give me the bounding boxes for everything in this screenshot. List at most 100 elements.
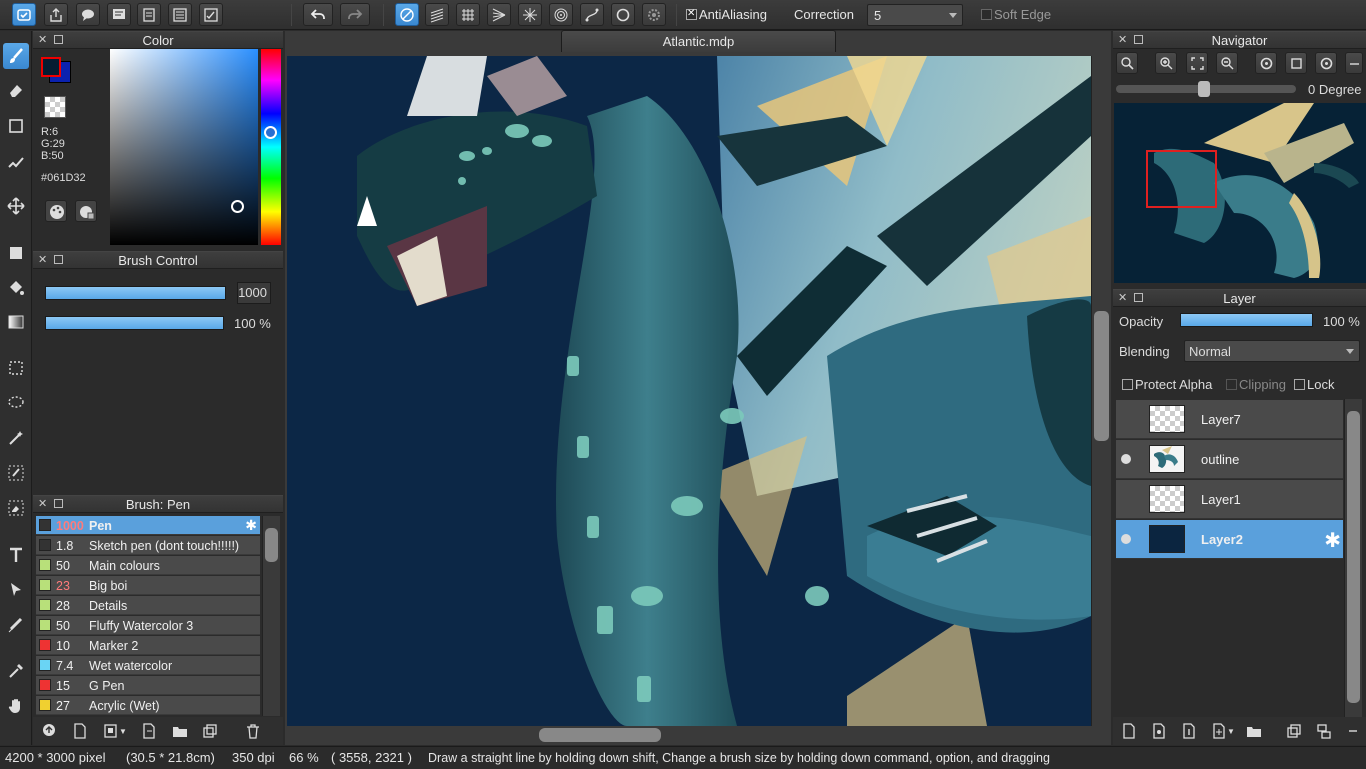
brush-opacity-slider[interactable] — [45, 316, 224, 330]
close-icon[interactable]: ✕ — [38, 496, 47, 513]
circle-snap-icon[interactable] — [611, 3, 635, 26]
reset-view-icon[interactable] — [1285, 52, 1307, 74]
fit-window-icon[interactable] — [1186, 52, 1208, 74]
layer-list-scrollbar[interactable] — [1344, 399, 1362, 717]
navigator-preview[interactable] — [1114, 103, 1366, 283]
layer-folder-icon[interactable] — [1244, 721, 1264, 741]
close-icon[interactable]: ✕ — [38, 32, 47, 49]
layer-add-menu-icon[interactable]: ▼ — [1209, 721, 1237, 741]
grid-snap-icon[interactable] — [456, 3, 480, 26]
folder-icon[interactable] — [170, 721, 190, 741]
flip-icon[interactable] — [1345, 52, 1363, 74]
comment-icon[interactable] — [107, 3, 131, 26]
rotate-right-icon[interactable] — [1315, 52, 1337, 74]
radial-snap-icon[interactable] — [518, 3, 542, 26]
rotation-slider-thumb[interactable] — [1198, 81, 1210, 97]
hue-cursor[interactable] — [264, 126, 277, 139]
brush-list-item[interactable]: 27 Acrylic (Wet) — [36, 696, 260, 715]
trash-icon[interactable] — [243, 721, 263, 741]
popout-icon[interactable] — [1134, 35, 1143, 44]
checkmark-icon[interactable] — [12, 3, 36, 26]
move-tool-icon[interactable] — [3, 193, 29, 219]
lasso-tool-icon[interactable] — [3, 390, 29, 416]
visibility-icon[interactable] — [1121, 454, 1131, 464]
new-1bit-layer-icon[interactable] — [1179, 721, 1199, 741]
primary-color-swatch[interactable] — [41, 57, 61, 77]
fill-rect-tool-icon[interactable] — [3, 240, 29, 266]
brush-export-icon[interactable] — [139, 721, 159, 741]
layer-row[interactable]: Layer1 — [1116, 480, 1343, 519]
perspective-snap-icon[interactable] — [487, 3, 511, 26]
protect-alpha-checkbox[interactable] — [1122, 379, 1133, 390]
text-tool-icon[interactable] — [3, 542, 29, 568]
brush-tool-icon[interactable] — [3, 43, 29, 69]
canvas-h-scroll-thumb[interactable] — [539, 728, 661, 742]
redo-icon[interactable] — [340, 3, 370, 26]
zoom-out-icon[interactable] — [1216, 52, 1238, 74]
document-icon[interactable] — [137, 3, 161, 26]
hand-tool-icon[interactable] — [3, 693, 29, 719]
select-pen-tool-icon[interactable] — [3, 460, 29, 486]
hue-slider[interactable] — [261, 49, 281, 245]
list-icon[interactable] — [168, 3, 192, 26]
saturation-value-picker[interactable] — [110, 49, 258, 245]
concentric-snap-icon[interactable] — [549, 3, 573, 26]
layer-merge-icon[interactable] — [1314, 721, 1334, 741]
bucket-tool-icon[interactable] — [3, 275, 29, 301]
navigator-viewport-rect[interactable] — [1146, 150, 1217, 208]
brush-list-item[interactable]: 1000 Pen ✱ — [36, 516, 260, 535]
close-icon[interactable]: ✕ — [1118, 32, 1127, 49]
antialiasing-checkbox[interactable] — [686, 8, 697, 20]
gear-icon[interactable]: ✱ — [1324, 528, 1341, 553]
brush-list-scroll-thumb[interactable] — [265, 528, 278, 562]
popout-icon[interactable] — [1134, 293, 1143, 302]
select-rect-tool-icon[interactable] — [3, 355, 29, 381]
brush-list-item[interactable]: 23 Big boi — [36, 576, 260, 595]
brush-list-item[interactable]: 50 Fluffy Watercolor 3 — [36, 616, 260, 635]
layer-row[interactable]: Layer7 — [1116, 400, 1343, 439]
layer-row[interactable]: Layer2 ✱ — [1116, 520, 1343, 559]
canvas-horizontal-scrollbar[interactable] — [287, 726, 1091, 744]
popout-icon[interactable] — [54, 255, 63, 264]
palette-icon[interactable] — [45, 200, 67, 222]
clipping-checkbox[interactable] — [1226, 379, 1237, 390]
brush-list-scrollbar[interactable] — [262, 516, 280, 716]
parallel-snap-icon[interactable] — [425, 3, 449, 26]
snap-off-icon[interactable] — [395, 3, 419, 26]
protect-alpha-toggle[interactable]: Protect Alpha — [1122, 377, 1212, 392]
zoom-fit-icon[interactable] — [1116, 52, 1138, 74]
layer-duplicate-icon[interactable] — [1284, 721, 1304, 741]
antialiasing-toggle[interactable]: AntiAliasing — [686, 7, 767, 22]
lock-checkbox[interactable] — [1294, 379, 1305, 390]
layer-list-scroll-thumb[interactable] — [1347, 411, 1360, 703]
brush-list-item[interactable]: 10 Marker 2 — [36, 636, 260, 655]
zoom-in-icon[interactable] — [1155, 52, 1177, 74]
dot-pen-tool-icon[interactable] — [3, 148, 29, 174]
visibility-icon[interactable] — [1121, 414, 1131, 424]
close-icon[interactable]: ✕ — [38, 252, 47, 269]
gear-icon[interactable]: ✱ — [245, 517, 257, 534]
soft-edge-toggle[interactable]: Soft Edge — [981, 7, 1051, 22]
soft-edge-checkbox[interactable] — [981, 9, 992, 20]
undo-icon[interactable] — [303, 3, 333, 26]
clipping-toggle[interactable]: Clipping — [1226, 377, 1286, 392]
transparent-color-swatch[interactable] — [44, 96, 66, 118]
sv-cursor[interactable] — [231, 200, 244, 213]
brush-list-item[interactable]: 7.4 Wet watercolor — [36, 656, 260, 675]
rotation-slider[interactable] — [1116, 81, 1296, 97]
layer-more-icon[interactable] — [1343, 721, 1363, 741]
new-halftone-layer-icon[interactable] — [1149, 721, 1169, 741]
color-settings-icon[interactable] — [75, 200, 97, 222]
layer-opacity-slider[interactable] — [1180, 313, 1313, 327]
share-icon[interactable] — [44, 3, 68, 26]
visibility-icon[interactable] — [1121, 534, 1131, 544]
brush-list-item[interactable]: 15 G Pen — [36, 676, 260, 695]
brush-size-field[interactable]: 1000 — [237, 282, 271, 304]
brush-list-item[interactable]: 28 Details — [36, 596, 260, 615]
new-layer-icon[interactable] — [1119, 721, 1139, 741]
gradient-tool-icon[interactable] — [3, 309, 29, 335]
rectangle-tool-icon[interactable] — [3, 113, 29, 139]
correction-select[interactable]: 5 — [867, 4, 963, 26]
new-brush-icon[interactable] — [70, 721, 90, 741]
brush-list-item[interactable]: 50 Main colours — [36, 556, 260, 575]
